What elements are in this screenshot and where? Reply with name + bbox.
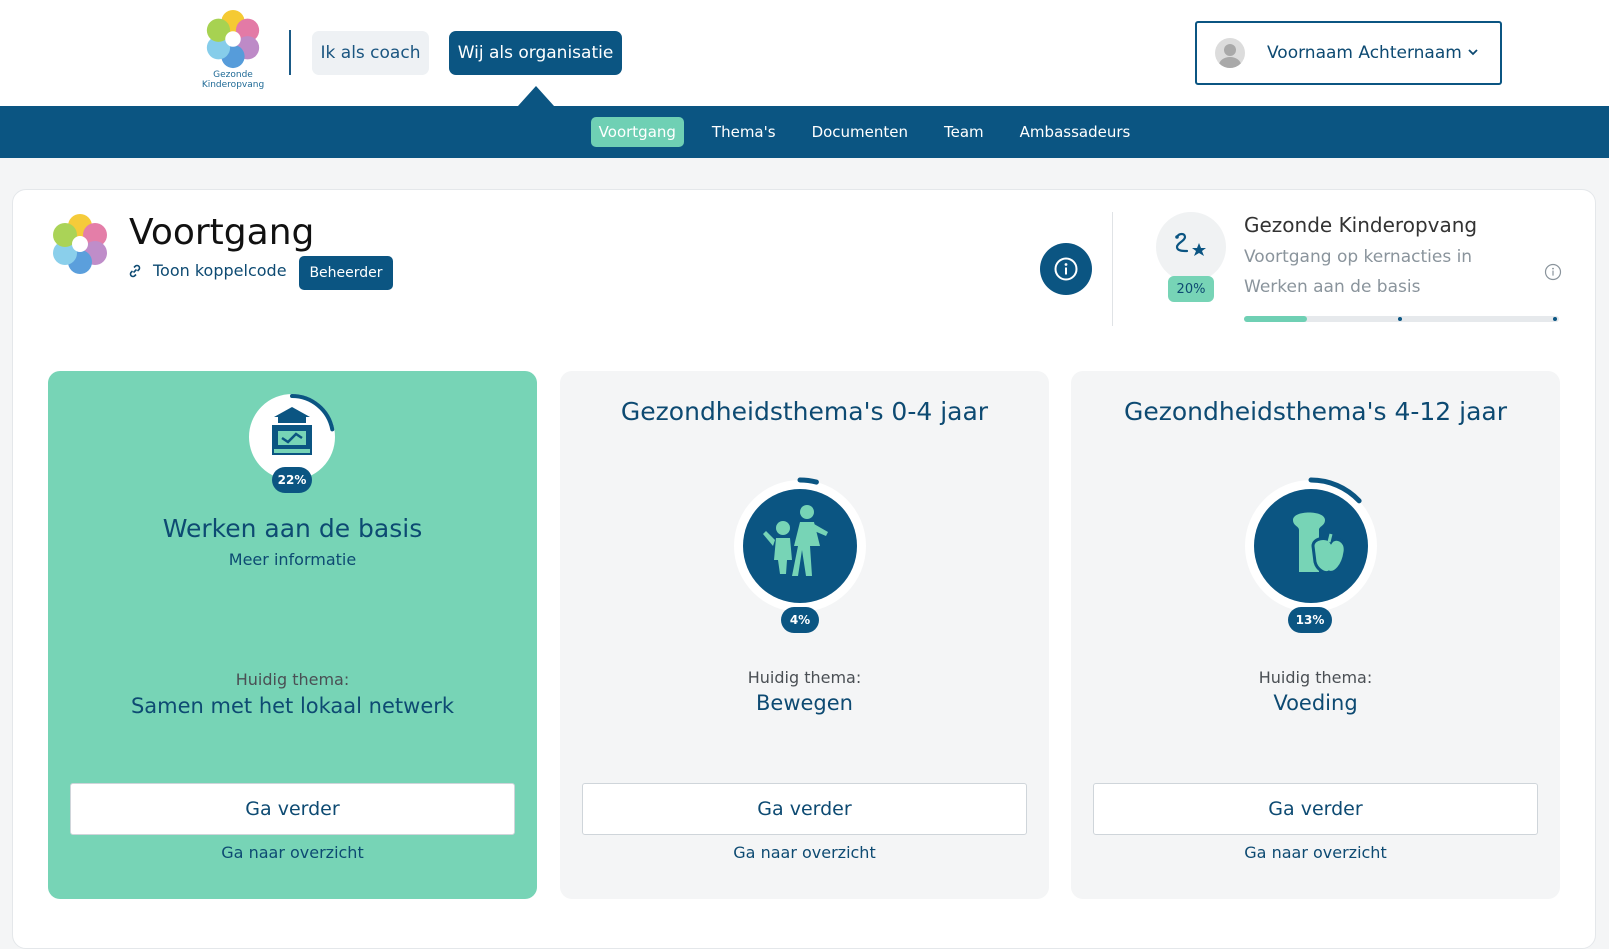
- current-theme-label: Huidig thema:: [1258, 668, 1373, 687]
- organisation-role-button[interactable]: Wij als organisatie: [449, 31, 622, 75]
- summary-icon-circle: [1156, 212, 1226, 282]
- theme-card-4-12: Gezondheidsthema's 4-12 jaar 13% Huidig …: [1071, 371, 1560, 899]
- summary-progress-bar: [1244, 316, 1559, 322]
- continue-button[interactable]: Ga verder: [1093, 783, 1538, 835]
- avatar: [1215, 38, 1245, 68]
- info-button[interactable]: [1040, 243, 1092, 295]
- current-theme-label: Huidig thema:: [747, 668, 862, 687]
- progress-ring: [731, 477, 869, 615]
- progress-percent-badge: 13%: [1288, 607, 1332, 633]
- progress-percent-badge: 22%: [272, 467, 312, 493]
- nav-item-voortgang[interactable]: Voortgang: [590, 117, 684, 147]
- page-title: Voortgang: [129, 212, 315, 253]
- nav-item-team[interactable]: Team: [936, 117, 992, 147]
- theme-card-basis: 22% Werken aan de basis Meer informatie …: [48, 371, 537, 899]
- overview-link[interactable]: Ga naar overzicht: [48, 843, 537, 862]
- progress-panel: Voortgang Toon koppelcode Beheerder 20% …: [12, 189, 1596, 949]
- nav-item-documenten[interactable]: Documenten: [804, 117, 916, 147]
- summary-percent-badge: 20%: [1168, 276, 1214, 302]
- current-theme-value: Bewegen: [756, 691, 853, 715]
- path-star-icon: [1175, 232, 1206, 256]
- current-theme-label: Huidig thema:: [235, 670, 350, 689]
- more-info-link[interactable]: Meer informatie: [48, 550, 537, 569]
- user-name: Voornaam Achternaam: [1267, 43, 1462, 63]
- continue-button[interactable]: Ga verder: [582, 783, 1027, 835]
- progress-ring: [1242, 477, 1380, 615]
- flower-logo-icon: [206, 9, 260, 69]
- theme-card-0-4: Gezondheidsthema's 0-4 jaar 4% Huidig th…: [560, 371, 1049, 899]
- summary-divider: [1112, 212, 1113, 326]
- card-heading: Gezondheidsthema's 0-4 jaar: [620, 397, 989, 426]
- main-nav: Voortgang Thema's Documenten Team Ambass…: [0, 106, 1609, 158]
- show-link-code-label: Toon koppelcode: [153, 261, 287, 280]
- progress-percent-badge: 4%: [781, 607, 819, 633]
- card-title: Werken aan de basis: [162, 514, 423, 543]
- continue-button[interactable]: Ga verder: [70, 783, 515, 835]
- coach-role-button[interactable]: Ik als coach: [312, 31, 429, 75]
- brand-logo[interactable]: Gezonde Kinderopvang: [200, 8, 266, 90]
- show-link-code-link[interactable]: Toon koppelcode: [127, 261, 287, 280]
- summary-subtitle: Voortgang op kernacties in Werken aan de…: [1244, 247, 1473, 297]
- brand-name-line2: Kinderopvang: [201, 80, 265, 90]
- brand-name-line1: Gezonde: [213, 70, 253, 80]
- user-menu-dropdown[interactable]: Voornaam Achternaam: [1195, 21, 1502, 85]
- nav-item-themas[interactable]: Thema's: [704, 117, 784, 147]
- role-badge: Beheerder: [299, 256, 393, 290]
- nav-item-ambassadeurs[interactable]: Ambassadeurs: [1012, 117, 1139, 147]
- overview-link[interactable]: Ga naar overzicht: [1071, 843, 1560, 862]
- summary-progress-fill: [1244, 316, 1307, 322]
- link-icon: [129, 264, 141, 277]
- info-icon[interactable]: [1544, 263, 1562, 281]
- current-theme-value: Samen met het lokaal netwerk: [130, 694, 455, 718]
- top-bar: Gezonde Kinderopvang Ik als coach Wij al…: [0, 0, 1609, 106]
- overview-link[interactable]: Ga naar overzicht: [560, 843, 1049, 862]
- active-role-pointer: [518, 86, 554, 106]
- current-theme-value: Voeding: [1273, 691, 1358, 715]
- header-divider: [289, 30, 291, 75]
- card-heading: Gezondheidsthema's 4-12 jaar: [1123, 397, 1508, 426]
- info-icon: [1054, 257, 1078, 281]
- summary-title: Gezonde Kinderopvang: [1244, 213, 1478, 237]
- progress-marker: [1553, 317, 1557, 321]
- progress-marker: [1398, 317, 1402, 321]
- flower-logo-icon: [53, 214, 107, 274]
- chevron-down-icon: [1468, 49, 1478, 56]
